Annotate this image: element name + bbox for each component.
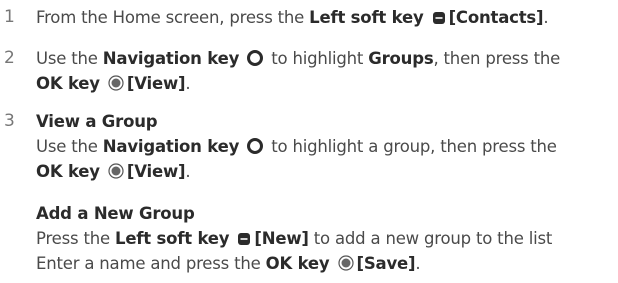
step-text: Use the — [36, 49, 103, 68]
heading-text: Add a New Group — [36, 204, 195, 223]
key-name: Left soft key — [115, 229, 230, 248]
step-3-line-1: Use the Navigation key to highlight a gr… — [36, 136, 557, 160]
step-text: to highlight a group, then press the — [266, 137, 557, 156]
step-text: From the Home screen, press the — [36, 8, 310, 27]
step-text: . — [185, 74, 191, 93]
softkey-label: [New] — [254, 229, 309, 248]
step-text: Press the — [36, 229, 115, 248]
key-name: OK key — [265, 254, 330, 273]
instruction-list: 1 From the Home screen, press the Left s… — [0, 0, 618, 283]
step-2-line-1: Use the Navigation key to highlight Grou… — [36, 48, 560, 72]
ok-key-icon — [108, 75, 124, 97]
step-text: to highlight — [266, 49, 369, 68]
step-number: 1 — [4, 7, 15, 27]
heading-text: View a Group — [36, 112, 158, 131]
key-name: Left soft key — [309, 8, 424, 27]
softkey-label: [Save] — [356, 254, 416, 273]
step-3-line-3: Press the Left soft key [New] to add a n… — [36, 228, 552, 252]
step-2-line-2: OK key [View]. — [36, 73, 191, 97]
ok-key-icon — [337, 255, 354, 277]
softkey-label: [Contacts] — [448, 8, 544, 27]
key-name: Navigation key — [102, 137, 240, 156]
section-heading: View a Group — [36, 111, 158, 133]
step-3-line-4: Enter a name and press the OK key [Save]… — [36, 253, 421, 277]
ok-key-icon — [108, 163, 124, 185]
key-name: OK key — [36, 162, 100, 181]
key-name: OK key — [36, 74, 100, 93]
step-text: to add a new group to the list — [308, 229, 553, 248]
left-soft-key-icon — [432, 9, 446, 31]
step-text: Enter a name and press the — [36, 254, 266, 273]
softkey-label: [View] — [126, 74, 186, 93]
sub-heading: Add a New Group — [36, 203, 195, 225]
navigation-key-icon — [247, 138, 264, 160]
menu-target: Groups — [368, 49, 434, 68]
navigation-key-icon — [247, 50, 264, 72]
step-1-line: From the Home screen, press the Left sof… — [36, 7, 549, 31]
step-text: . — [185, 162, 191, 181]
step-text: , then press the — [433, 49, 561, 68]
softkey-label: [View] — [126, 162, 186, 181]
step-3-line-2: OK key [View]. — [36, 161, 191, 185]
step-text: Use the — [36, 137, 103, 156]
step-number: 2 — [4, 48, 15, 68]
left-soft-key-icon — [237, 230, 251, 252]
step-number: 3 — [4, 111, 15, 131]
step-text: . — [415, 254, 421, 273]
key-name: Navigation key — [102, 49, 240, 68]
step-text: . — [543, 8, 549, 27]
